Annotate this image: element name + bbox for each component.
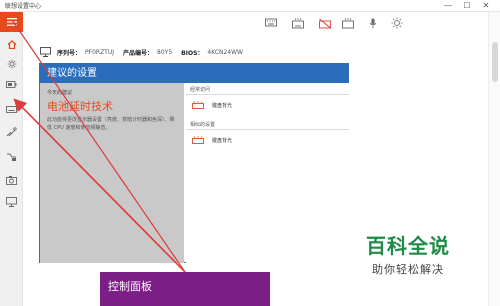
frequent-item-keyboard-backlight[interactable]: 键盘背光 [192, 101, 232, 109]
display-icon[interactable] [0, 192, 23, 212]
brightness-icon[interactable] [390, 16, 404, 30]
suggestion-card[interactable]: 今天的建议 电池延时技术 此功能将更改显示器设置（亮度、变暗计时器和色深）、降低… [40, 83, 184, 263]
scrollbar-thumb[interactable] [492, 42, 498, 82]
similar-item-keyboard-backlight[interactable]: 键盘背光 [192, 136, 232, 144]
home-icon[interactable] [0, 34, 23, 54]
device-info: 序列号： PF0RZTUJ 产品编号： 80Y5 BIOS： 4KCN24WW [40, 46, 252, 58]
keyboard-backlight-icon [192, 101, 204, 109]
keyboard-backlight-icon [192, 136, 204, 144]
suggestion-description: 此功能将更改显示器设置（亮度、变暗计时器和色深）、降低 CPU 速度和使音频静音… [47, 117, 175, 131]
keyboard-icon[interactable] [0, 99, 23, 119]
camera-icon[interactable] [0, 170, 23, 190]
similar-item-label: 键盘背光 [212, 137, 233, 144]
similar-section-label: 相似的设置 [190, 122, 216, 128]
panel-header: 建议的设置 [40, 64, 348, 83]
serial-value: PF0RZTUJ [85, 48, 115, 56]
title-bar: 联想设置中心 — ☐ ✕ [0, 0, 500, 12]
monitor-icon [40, 47, 51, 57]
battery-icon[interactable] [0, 74, 23, 94]
product-value: 80Y5 [157, 48, 173, 56]
product-label: 产品编号： [123, 49, 154, 57]
watermark: 百科全说 助你轻松解决 [352, 228, 487, 288]
keyboard-off-icon[interactable] [318, 16, 332, 30]
light-bulb-icon[interactable] [0, 54, 23, 74]
window-title: 联想设置中心 [5, 3, 42, 10]
maximize-button[interactable]: ☐ [459, 0, 475, 12]
suggestion-title[interactable]: 电池延时技术 [47, 98, 113, 114]
bios-label: BIOS： [181, 49, 204, 57]
minimize-button[interactable]: — [440, 0, 456, 12]
sidebar [0, 12, 23, 306]
close-button[interactable]: ✕ [478, 0, 494, 12]
today-suggestion-label: 今天的建议 [47, 90, 73, 96]
scrollbar[interactable] [488, 12, 500, 306]
watermark-title: 百科全说 [366, 234, 450, 258]
frequent-item-label: 键盘背光 [212, 102, 233, 109]
watermark-subtitle: 助你轻松解决 [372, 263, 444, 276]
frequent-section-label: 经常访问 [190, 87, 211, 93]
hamburger-menu-icon[interactable] [0, 12, 23, 32]
related-settings-pane: 经常访问 键盘背光 相似的设置 键盘背光 [186, 83, 349, 263]
divider [186, 94, 349, 95]
mouse-icon[interactable] [0, 122, 23, 142]
keyboard-backlight-icon[interactable] [341, 16, 355, 30]
microphone-icon[interactable] [366, 16, 380, 30]
keyboard-icon[interactable] [264, 16, 278, 30]
callout-label: 控制面板 [108, 280, 152, 293]
divider [186, 129, 349, 130]
bios-value: 4KCN24WW [207, 48, 243, 56]
graphics-card-icon[interactable] [0, 147, 23, 167]
serial-label: 序列号： [57, 49, 82, 57]
suggested-settings-panel: 建议的设置 今天的建议 电池延时技术 此功能将更改显示器设置（亮度、变暗计时器和… [39, 63, 349, 263]
keyboard-backlight-icon[interactable] [291, 16, 305, 30]
control-panel-callout: 控制面板 [100, 272, 270, 306]
